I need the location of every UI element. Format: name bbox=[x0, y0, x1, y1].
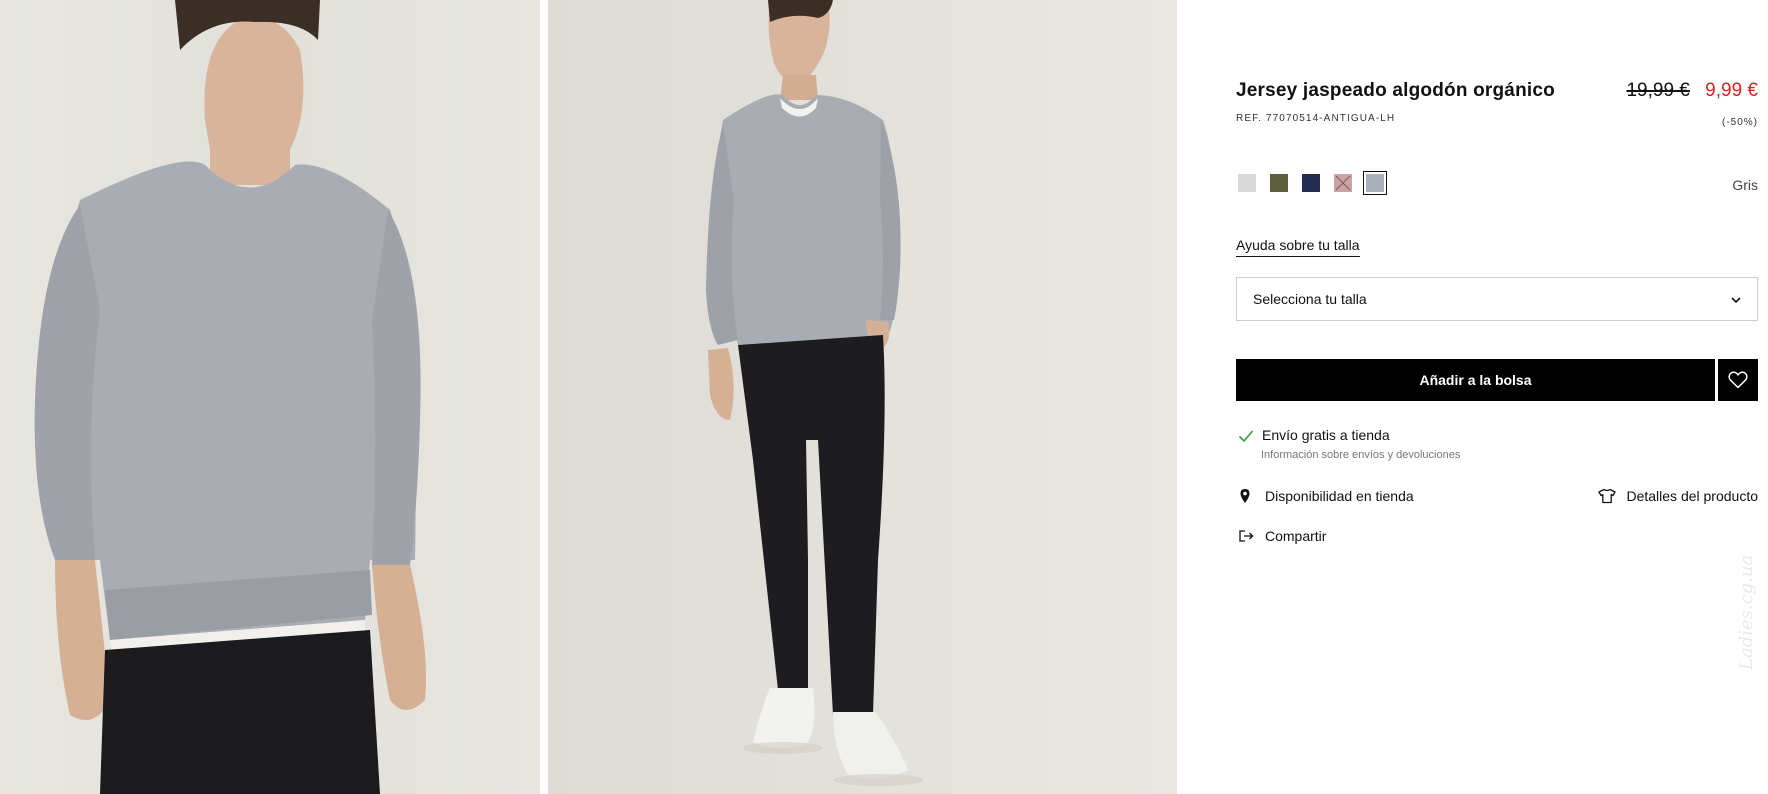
swatch-fill bbox=[1366, 174, 1384, 192]
site-watermark: Ladies.cg.ua bbox=[1736, 554, 1757, 670]
color-swatches bbox=[1236, 171, 1387, 196]
color-swatch-light-grey[interactable] bbox=[1236, 172, 1258, 194]
product-image-fullbody[interactable] bbox=[548, 0, 1177, 794]
product-title: Jersey jaspeado algodón orgánico bbox=[1236, 80, 1555, 101]
color-swatch-navy[interactable] bbox=[1300, 172, 1322, 194]
free-shipping-text: Envío gratis a tienda bbox=[1262, 427, 1390, 443]
unavailable-cross-icon bbox=[1335, 175, 1351, 191]
title-row: Jersey jaspeado algodón orgánico 19,99 €… bbox=[1236, 78, 1758, 108]
size-help-link[interactable]: Ayuda sobre tu talla bbox=[1236, 237, 1360, 257]
product-image-closeup[interactable] bbox=[0, 0, 540, 794]
sale-price: 9,99 € bbox=[1705, 80, 1758, 101]
product-details-link[interactable]: Detalles del producto bbox=[1598, 485, 1758, 507]
share-link[interactable]: Compartir bbox=[1236, 525, 1326, 547]
share-icon bbox=[1239, 530, 1254, 542]
color-swatch-pink[interactable] bbox=[1332, 172, 1354, 194]
chevron-down-icon bbox=[1731, 297, 1741, 304]
size-select-placeholder: Selecciona tu talla bbox=[1253, 291, 1367, 307]
gallery-gap bbox=[540, 0, 548, 794]
model-fullbody-illustration bbox=[706, 0, 923, 786]
product-info-panel: Jersey jaspeado algodón orgánico 19,99 €… bbox=[1236, 0, 1758, 794]
tshirt-icon bbox=[1598, 488, 1617, 504]
swatch-fill bbox=[1302, 174, 1320, 192]
original-price: 19,99 € bbox=[1626, 80, 1690, 101]
price-block: 19,99 € 9,99 € bbox=[1626, 80, 1758, 102]
shipping-info: Envío gratis a tienda Información sobre … bbox=[1236, 427, 1758, 467]
share-label: Compartir bbox=[1265, 528, 1327, 544]
swatch-fill bbox=[1270, 174, 1288, 192]
wishlist-button[interactable] bbox=[1718, 359, 1758, 401]
product-gallery bbox=[0, 0, 1177, 794]
check-icon bbox=[1238, 430, 1254, 443]
size-select[interactable]: Selecciona tu talla bbox=[1236, 277, 1758, 321]
shipping-info-link[interactable]: Información sobre envíos y devoluciones bbox=[1261, 449, 1460, 461]
color-swatch-grey[interactable] bbox=[1363, 171, 1387, 195]
product-details-label: Detalles del producto bbox=[1626, 488, 1758, 504]
heart-icon bbox=[1728, 371, 1748, 389]
store-availability-link[interactable]: Disponibilidad en tienda bbox=[1236, 485, 1414, 507]
selected-color-name: Gris bbox=[1732, 177, 1758, 193]
add-to-bag-button[interactable]: Añadir a la bolsa bbox=[1236, 359, 1715, 401]
model-closeup-illustration bbox=[34, 0, 426, 794]
store-availability-label: Disponibilidad en tienda bbox=[1265, 488, 1414, 504]
color-swatch-khaki[interactable] bbox=[1268, 172, 1290, 194]
discount-badge: (-50%) bbox=[1721, 117, 1758, 128]
swatch-fill bbox=[1238, 174, 1256, 192]
map-pin-icon bbox=[1240, 489, 1250, 503]
product-reference: REF. 77070514-ANTIGUA-LH bbox=[1236, 113, 1396, 124]
